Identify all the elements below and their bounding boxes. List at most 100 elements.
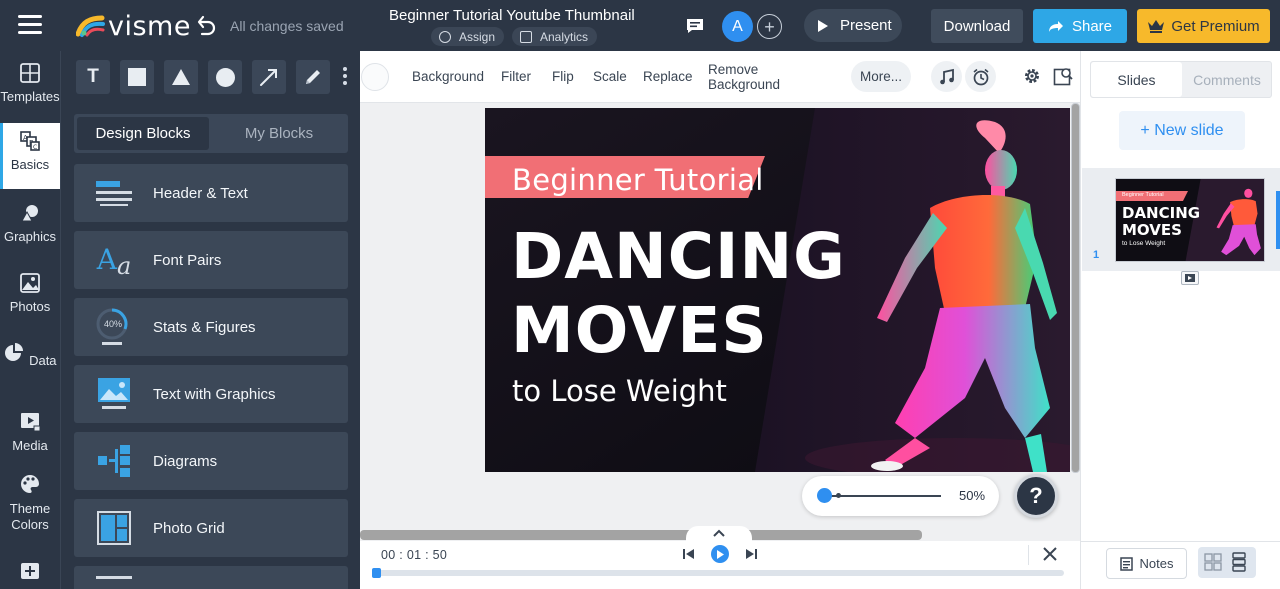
- block-font-pairs[interactable]: Aa Font Pairs: [74, 231, 348, 289]
- slide-ribbon-text[interactable]: Beginner Tutorial: [512, 163, 764, 197]
- analytics-icon: [520, 30, 532, 43]
- triangle-icon: [172, 69, 190, 85]
- text-tool-button[interactable]: T: [76, 60, 110, 94]
- vertical-scroll-thumb[interactable]: [1071, 103, 1080, 473]
- slide-subtitle[interactable]: to Lose Weight: [512, 374, 727, 408]
- flip-button[interactable]: Flip: [552, 69, 574, 84]
- settings-button[interactable]: [1021, 65, 1043, 87]
- block-partial[interactable]: [74, 566, 348, 589]
- triangle-tool-button[interactable]: [164, 60, 198, 94]
- photos-icon: [20, 273, 40, 293]
- selected-slide-indicator: [1276, 191, 1280, 249]
- slide-animation-icon[interactable]: [1181, 271, 1199, 285]
- block-diagrams[interactable]: Diagrams: [74, 432, 348, 490]
- block-label: Stats & Figures: [153, 318, 256, 336]
- scale-button[interactable]: Scale: [593, 69, 627, 84]
- skip-forward-icon[interactable]: [744, 545, 758, 563]
- slide-title-line1[interactable]: DANCING: [511, 225, 846, 288]
- slide-canvas[interactable]: Beginner Tutorial DANCING MOVES to Lose …: [485, 108, 1070, 472]
- play-icon: [717, 549, 724, 559]
- slide-title-line2[interactable]: MOVES: [511, 299, 768, 362]
- rail-item-theme-colors[interactable]: Theme Colors: [0, 474, 60, 536]
- remove-bg-line1: Remove: [708, 62, 759, 77]
- analytics-button[interactable]: Analytics: [512, 27, 598, 46]
- comment-icon[interactable]: [686, 18, 704, 34]
- tab-slides[interactable]: Slides: [1091, 62, 1182, 97]
- slides-panel: Slides Comments + New slide 1 Beginner T…: [1080, 51, 1280, 589]
- block-label: Text with Graphics: [153, 385, 276, 403]
- image-search-button[interactable]: [1052, 65, 1074, 87]
- alarm-clock-icon: [972, 68, 989, 85]
- chevron-up-icon: [713, 529, 725, 537]
- grid-view-icon[interactable]: [1204, 553, 1222, 571]
- new-slide-button[interactable]: + New slide: [1119, 111, 1245, 150]
- pencil-tool-button[interactable]: [296, 60, 330, 94]
- remove-background-button[interactable]: Remove Background: [708, 62, 780, 92]
- block-tabs: Design Blocks My Blocks: [74, 114, 348, 153]
- slide-number: 1: [1093, 249, 1100, 261]
- more-tools-icon[interactable]: [343, 67, 347, 88]
- notes-button[interactable]: Notes: [1106, 548, 1187, 579]
- horizontal-scrollbar[interactable]: [360, 530, 922, 540]
- block-header-text[interactable]: Header & Text: [74, 164, 348, 222]
- right-tabs: Slides Comments: [1090, 61, 1272, 98]
- rail-item-more[interactable]: [0, 560, 60, 589]
- rail-item-basics[interactable]: ABC Basics: [0, 123, 60, 189]
- play-button[interactable]: [711, 545, 729, 563]
- rectangle-tool-button[interactable]: [120, 60, 154, 94]
- audio-button[interactable]: [931, 61, 962, 92]
- rail-item-graphics[interactable]: Graphics: [0, 203, 60, 257]
- crown-icon: [1148, 20, 1165, 33]
- tab-design-blocks[interactable]: Design Blocks: [77, 117, 209, 150]
- undo-icon[interactable]: [196, 14, 216, 36]
- rail-item-templates[interactable]: Templates: [0, 63, 60, 117]
- background-button[interactable]: Background: [412, 69, 484, 84]
- download-button[interactable]: Download: [931, 9, 1023, 43]
- block-text-with-graphics[interactable]: Text with Graphics: [74, 365, 348, 423]
- add-collaborator-button[interactable]: +: [757, 14, 782, 39]
- rail-label-graphics: Graphics: [3, 229, 57, 244]
- diagrams-icon: [94, 441, 134, 481]
- tab-my-blocks[interactable]: My Blocks: [213, 117, 345, 150]
- rail-label-theme-colors: Theme Colors: [9, 501, 51, 532]
- document-title[interactable]: Beginner Tutorial Youtube Thumbnail: [389, 7, 635, 24]
- timeline-track[interactable]: [373, 570, 1064, 576]
- zoom-slider-handle[interactable]: [817, 488, 832, 503]
- skip-back-icon[interactable]: [682, 545, 696, 563]
- circle-tool-button[interactable]: [208, 60, 242, 94]
- arrow-line-icon: [260, 69, 277, 86]
- stats-icon-text: 40%: [104, 319, 123, 329]
- close-icon[interactable]: [1041, 545, 1059, 563]
- user-avatar[interactable]: A: [722, 11, 753, 42]
- assign-button[interactable]: Assign: [431, 27, 505, 46]
- list-view-icon[interactable]: [1232, 552, 1246, 572]
- timing-button[interactable]: [965, 61, 996, 92]
- rail-item-photos[interactable]: Photos: [0, 273, 60, 327]
- block-stats-figures[interactable]: 40% Stats & Figures: [74, 298, 348, 356]
- rail-label-basics: Basics: [10, 157, 50, 172]
- timeline-playhead[interactable]: [372, 568, 381, 578]
- visme-logo[interactable]: visme: [76, 11, 191, 42]
- target-icon[interactable]: [361, 63, 389, 91]
- rail-item-data[interactable]: Data: [0, 342, 60, 396]
- zoom-track[interactable]: [824, 495, 941, 497]
- vertical-scrollbar[interactable]: [1071, 103, 1080, 541]
- pencil-icon: [306, 70, 320, 84]
- help-button[interactable]: ?: [1014, 474, 1058, 518]
- line-tool-button[interactable]: [252, 60, 286, 94]
- tab-comments[interactable]: Comments: [1182, 62, 1272, 97]
- more-button[interactable]: More...: [851, 61, 911, 92]
- notes-label: Notes: [1139, 556, 1174, 571]
- get-premium-button[interactable]: Get Premium: [1137, 9, 1270, 43]
- filter-button[interactable]: Filter: [501, 69, 531, 84]
- thumbnail-title-line1: DANCING: [1122, 204, 1201, 222]
- share-button[interactable]: Share: [1033, 9, 1127, 43]
- replace-button[interactable]: Replace: [643, 69, 693, 84]
- block-photo-grid[interactable]: Photo Grid: [74, 499, 348, 557]
- rail-item-media[interactable]: Media: [0, 412, 60, 466]
- menu-icon[interactable]: [18, 15, 42, 35]
- zoom-control: 50%: [802, 476, 999, 516]
- analytics-label: Analytics: [540, 29, 589, 44]
- slide-thumbnail[interactable]: Beginner Tutorial DANCING MOVES to Lose …: [1115, 178, 1265, 262]
- present-button[interactable]: Present: [804, 9, 902, 42]
